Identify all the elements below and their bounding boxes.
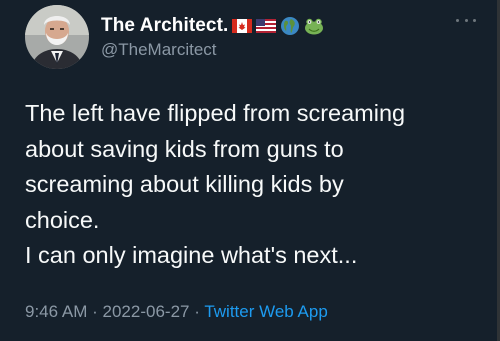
more-options-button[interactable] (456, 14, 476, 26)
frog-icon (305, 18, 324, 34)
tweet-header: The Architect. @TheMarcitect (25, 5, 324, 69)
display-name[interactable]: The Architect. (101, 15, 228, 37)
more-dot-icon (456, 18, 459, 22)
more-dot-icon (473, 18, 476, 22)
display-name-row: The Architect. (101, 15, 324, 37)
more-dot-icon (464, 18, 468, 22)
tweet-card: The Architect. @TheMarcitect The left ha… (0, 0, 500, 341)
author-handle[interactable]: @TheMarcitect (101, 40, 324, 60)
tweet-meta: 9:46 AM · 2022-06-27 · Twitter Web App (25, 302, 328, 322)
canada-flag-icon (232, 18, 253, 33)
tweet-time[interactable]: 9:46 AM (25, 302, 87, 321)
avatar-image (25, 5, 89, 69)
globe-icon (281, 16, 300, 35)
avatar[interactable] (25, 5, 89, 69)
meta-separator: · (92, 302, 98, 321)
meta-separator: · (194, 302, 200, 321)
tweet-text: The left have flipped from screaming abo… (25, 100, 406, 268)
tweet-date[interactable]: 2022-06-27 (103, 302, 190, 321)
author-names: The Architect. @TheMarcitect (101, 15, 324, 60)
usa-flag-icon (256, 18, 277, 33)
tweet-source-link[interactable]: Twitter Web App (204, 302, 327, 321)
